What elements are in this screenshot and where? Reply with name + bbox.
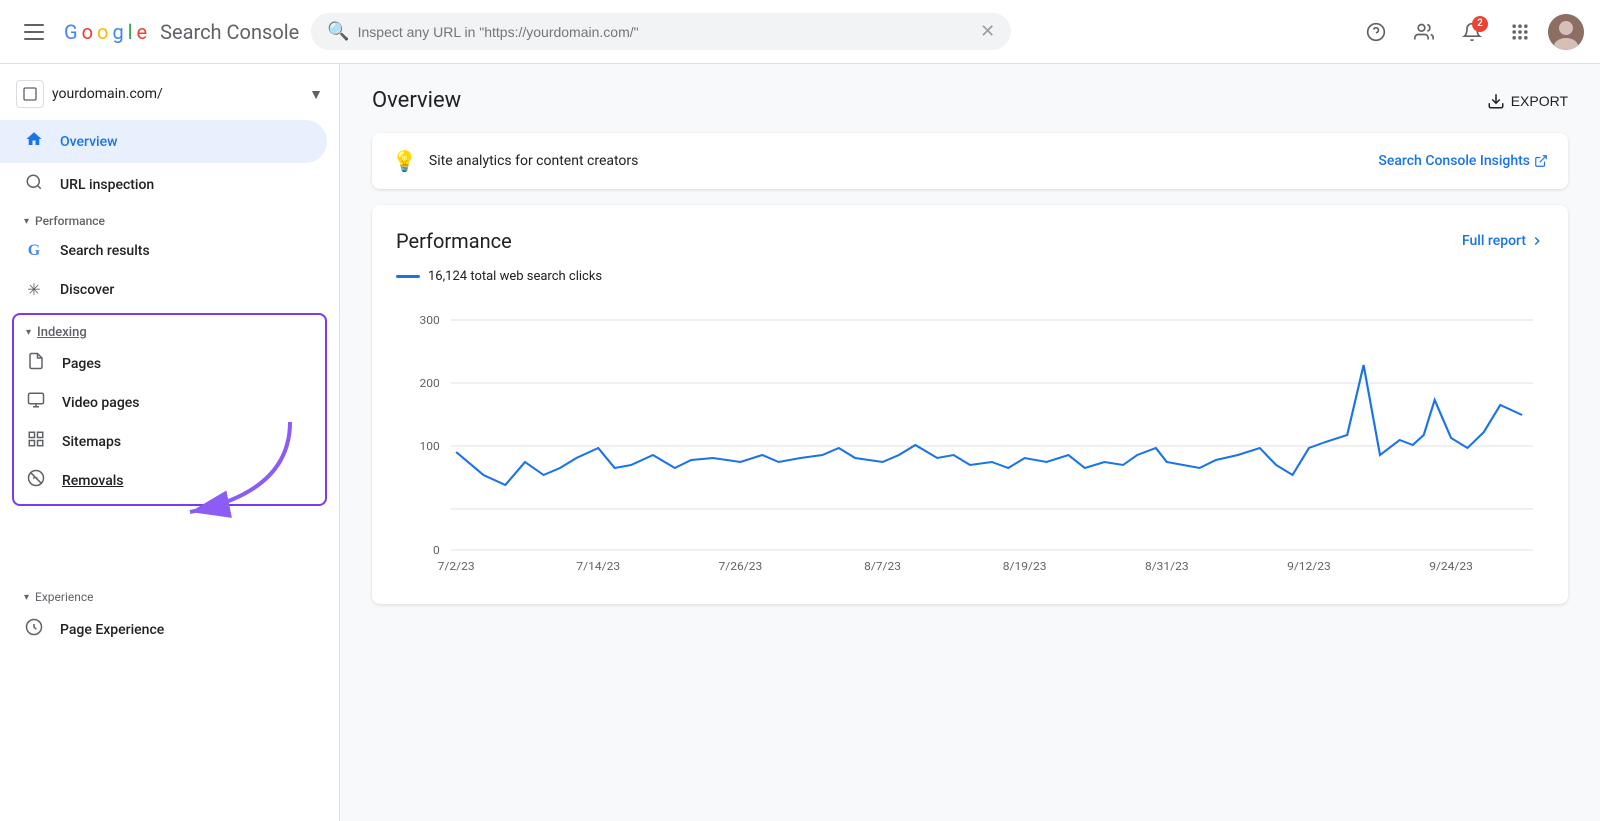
account-button[interactable] [1404,12,1444,52]
legend-text: 16,124 total web search clicks [428,269,602,284]
svg-text:7/14/23: 7/14/23 [576,560,620,573]
sidebar-item-page-experience[interactable]: Page Experience [0,608,327,651]
sidebar-item-discover[interactable]: ✳ Discover [0,270,327,309]
topbar-actions: 2 [1356,12,1584,52]
logo: Google Search Console [64,20,299,44]
logo-l: l [128,20,133,44]
experience-section-label: Experience [35,590,94,604]
svg-text:7/26/23: 7/26/23 [719,560,763,573]
logo-e: e [137,20,148,44]
page-title: Overview [372,88,461,113]
content-header: Overview EXPORT [372,88,1568,113]
section-arrow-icon: ▾ [24,592,29,603]
home-icon [24,130,44,153]
domain-selector[interactable]: yourdomain.com/ ▼ [0,72,339,120]
svg-text:8/31/23: 8/31/23 [1145,560,1189,573]
sidebar-item-pages[interactable]: Pages [14,344,325,383]
banner-text: Site analytics for content creators [429,153,638,169]
google-g-icon: G [24,242,44,260]
export-label: EXPORT [1511,93,1568,109]
removals-label: Removals [62,473,124,489]
logo-o2: o [97,20,108,44]
url-inspection-label: URL inspection [60,177,154,193]
avatar[interactable] [1548,14,1584,50]
menu-button[interactable] [16,16,52,48]
experience-section-header[interactable]: ▾ Experience [0,586,339,608]
external-link-icon [1534,154,1548,168]
sitemaps-label: Sitemaps [62,434,121,450]
video-pages-label: Video pages [62,395,139,411]
sidebar-item-overview[interactable]: Overview [0,120,327,163]
info-banner: 💡 Site analytics for content creators Se… [372,133,1568,189]
section-arrow-icon: ▾ [26,327,31,338]
performance-chart: 300 200 100 0 7/2/23 7/14/23 7/26/23 8/7… [396,300,1544,580]
search-icon: 🔍 [327,21,349,42]
sidebar: yourdomain.com/ ▼ Overview URL inspectio… [0,64,340,821]
svg-text:8/19/23: 8/19/23 [1003,560,1047,573]
full-report-link[interactable]: Full report [1462,233,1544,249]
search-results-label: Search results [60,243,150,259]
chart-legend: 16,124 total web search clicks [396,269,1544,284]
indexing-section-header[interactable]: ▾ Indexing [14,319,325,344]
chevron-right-icon [1530,234,1544,248]
performance-card-header: Performance Full report [396,229,1544,253]
performance-section-label: Performance [35,214,105,228]
export-button[interactable]: EXPORT [1487,92,1568,110]
logo-product: Search Console [160,20,299,44]
logo-g1: G [64,20,78,44]
main-content: Overview EXPORT 💡 Site analytics for con… [340,64,1600,821]
performance-card: Performance Full report 16,124 total web… [372,205,1568,604]
discover-icon: ✳ [24,280,44,299]
notification-button[interactable]: 2 [1452,12,1492,52]
logo-o1: o [82,20,93,44]
discover-label: Discover [60,282,114,298]
svg-text:100: 100 [419,440,439,453]
notification-badge: 2 [1472,16,1488,32]
sitemaps-icon [26,430,46,453]
svg-text:300: 300 [419,314,439,327]
full-report-label: Full report [1462,233,1526,249]
pages-label: Pages [62,356,101,372]
search-icon [24,173,44,196]
clear-icon[interactable]: ✕ [980,21,995,42]
help-button[interactable] [1356,12,1396,52]
page-experience-icon [24,618,44,641]
indexing-section: ▾ Indexing Pages Video pages [12,313,327,506]
sidebar-item-removals[interactable]: Removals [14,461,325,500]
indexing-label: Indexing [37,325,87,340]
svg-text:9/24/23: 9/24/23 [1429,560,1473,573]
chevron-down-icon: ▼ [309,86,323,103]
export-icon [1487,92,1505,110]
sidebar-item-video-pages[interactable]: Video pages [14,383,325,422]
svg-text:8/7/23: 8/7/23 [864,560,901,573]
performance-card-title: Performance [396,229,512,253]
logo-g2: g [112,20,123,44]
removals-icon [26,469,46,492]
lightbulb-icon: 💡 [392,149,417,173]
search-console-insights-link[interactable]: Search Console Insights [1378,153,1548,169]
performance-section-header[interactable]: ▾ Performance [0,206,339,232]
domain-icon [16,80,44,108]
svg-text:200: 200 [419,377,439,390]
svg-text:0: 0 [433,544,440,557]
sidebar-item-sitemaps[interactable]: Sitemaps [14,422,325,461]
sidebar-item-search-results[interactable]: G Search results [0,232,327,270]
pages-icon [26,352,46,375]
section-arrow-icon: ▾ [24,216,29,227]
insights-link-text: Search Console Insights [1378,153,1530,169]
video-pages-icon [26,391,46,414]
url-search-bar[interactable]: 🔍 ✕ [311,13,1011,50]
legend-line [396,275,420,278]
apps-button[interactable] [1500,12,1540,52]
info-banner-left: 💡 Site analytics for content creators [392,149,638,173]
sidebar-item-url-inspection[interactable]: URL inspection [0,163,327,206]
url-search-input[interactable] [358,24,972,40]
chart-svg: 300 200 100 0 7/2/23 7/14/23 7/26/23 8/7… [396,300,1544,580]
topbar: Google Search Console 🔍 ✕ 2 [0,0,1600,64]
page-experience-label: Page Experience [60,622,164,638]
svg-text:7/2/23: 7/2/23 [438,560,475,573]
overview-label: Overview [60,134,117,150]
svg-text:9/12/23: 9/12/23 [1287,560,1331,573]
domain-name: yourdomain.com/ [52,86,301,102]
